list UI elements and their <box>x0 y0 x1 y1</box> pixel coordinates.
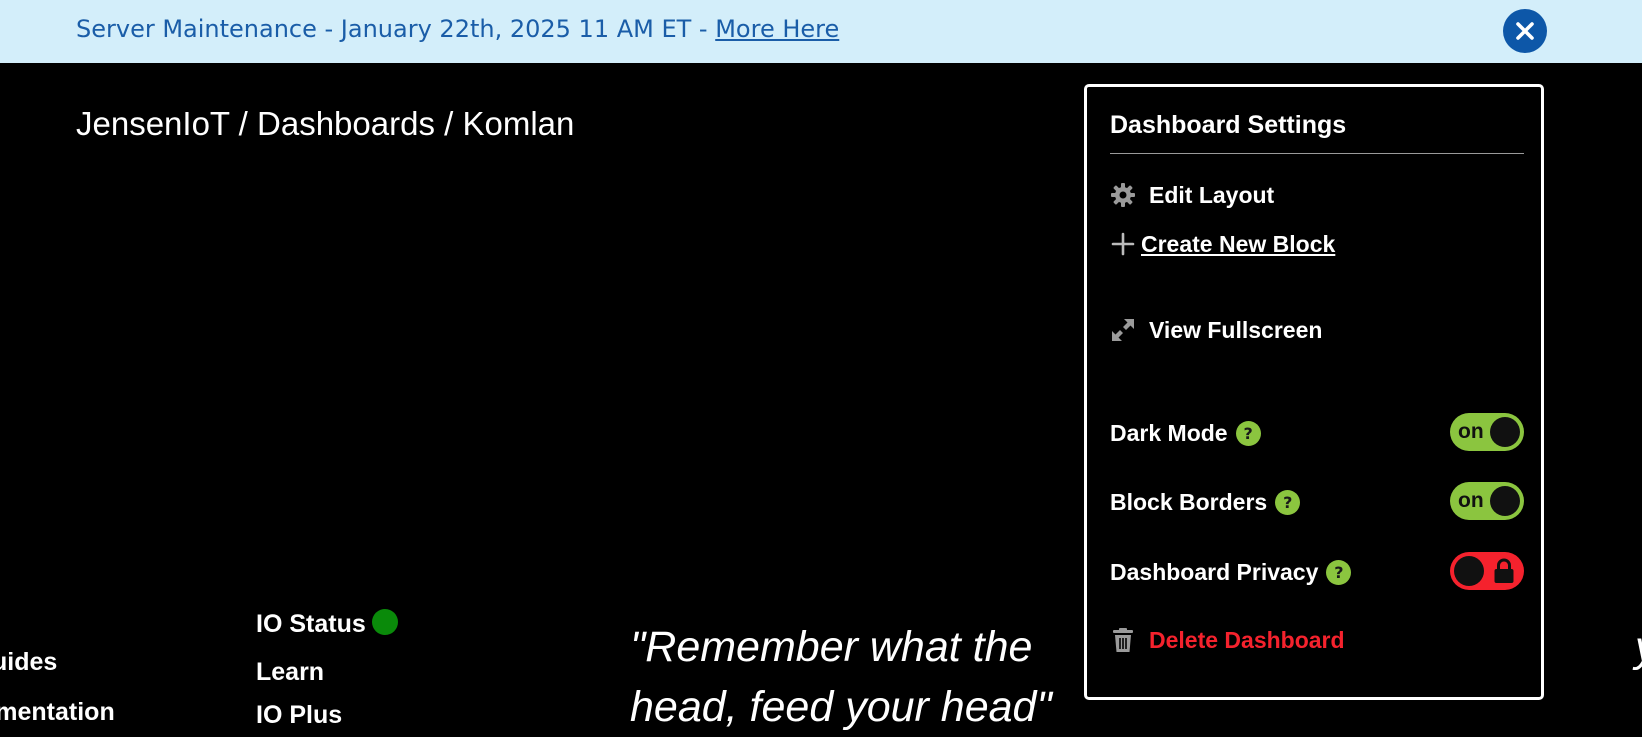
close-icon <box>1516 22 1534 40</box>
dashboard-settings-panel: Dashboard Settings Edit Layout Create Ne… <box>1084 84 1544 700</box>
block-borders-toggle-state: on <box>1458 489 1484 512</box>
create-new-block-label: Create New Block <box>1141 231 1336 257</box>
maintenance-banner: Server Maintenance - January 22th, 2025 … <box>0 0 1642 63</box>
gear-icon <box>1110 182 1136 208</box>
plus-icon <box>1110 231 1136 257</box>
help-icon[interactable]: ? <box>1235 421 1261 446</box>
trash-icon <box>1110 627 1136 653</box>
edit-layout-label: Edit Layout <box>1149 182 1275 208</box>
breadcrumb-separator: / <box>434 105 463 142</box>
footer-link-documentation[interactable]: umentation <box>0 697 115 727</box>
view-fullscreen-label: View Fullscreen <box>1149 317 1323 343</box>
banner-more-link[interactable]: More Here <box>715 15 839 43</box>
dashboard-privacy-label: Dashboard Privacy <box>1110 559 1319 585</box>
status-indicator-icon <box>371 609 398 635</box>
dashboard-privacy-label-wrap: Dashboard Privacy? <box>1110 557 1352 587</box>
quote-line-1-end: your <box>1635 617 1642 677</box>
io-status-label: IO Status <box>256 610 366 638</box>
dark-mode-label-wrap: Dark Mode? <box>1110 418 1261 448</box>
breadcrumb: JensenIoT / Dashboards / Komlan <box>76 104 574 144</box>
footer-link-learn[interactable]: Learn <box>256 657 324 687</box>
breadcrumb-item-current: Komlan <box>462 105 575 142</box>
banner-message: Server Maintenance - January 22th, 2025 … <box>76 14 839 44</box>
dark-mode-toggle-state: on <box>1458 420 1484 443</box>
help-icon[interactable]: ? <box>1275 490 1301 515</box>
dark-mode-label: Dark Mode <box>1110 420 1228 446</box>
footer-link-guides[interactable]: uides <box>0 647 57 677</box>
settings-title: Dashboard Settings <box>1110 111 1347 139</box>
create-new-block-button[interactable]: Create New Block <box>1110 227 1335 261</box>
breadcrumb-item-dashboards[interactable]: Dashboards <box>257 105 435 142</box>
block-borders-label: Block Borders <box>1110 489 1268 515</box>
footer-quote: "Remember what the your head, feed your … <box>630 617 1642 737</box>
block-borders-toggle[interactable]: on <box>1450 482 1524 520</box>
toggle-knob <box>1454 556 1484 586</box>
edit-layout-button[interactable]: Edit Layout <box>1110 178 1274 212</box>
lock-icon <box>1494 558 1514 583</box>
footer-link-io-status[interactable]: IO Status <box>256 609 398 639</box>
dashboard-privacy-row: Dashboard Privacy? <box>1110 552 1524 592</box>
settings-divider <box>1110 153 1524 154</box>
block-borders-row: Block Borders? on <box>1110 482 1524 522</box>
expand-icon <box>1110 317 1136 343</box>
delete-dashboard-label: Delete Dashboard <box>1149 627 1345 653</box>
dark-mode-row: Dark Mode? on <box>1110 413 1524 453</box>
banner-message-text: Server Maintenance - January 22th, 2025 … <box>76 15 716 43</box>
toggle-knob <box>1490 417 1520 447</box>
breadcrumb-item-jenseniot[interactable]: JensenIoT <box>76 105 230 142</box>
quote-line-1-start: "Remember what the <box>630 623 1033 671</box>
view-fullscreen-button[interactable]: View Fullscreen <box>1110 313 1322 347</box>
footer-link-io-plus[interactable]: IO Plus <box>256 700 342 730</box>
toggle-knob <box>1490 486 1520 516</box>
quote-line-2: head, feed your head" <box>630 683 1052 731</box>
block-borders-label-wrap: Block Borders? <box>1110 487 1301 517</box>
help-icon[interactable]: ? <box>1326 560 1352 585</box>
breadcrumb-separator: / <box>229 105 258 142</box>
banner-close-button[interactable] <box>1503 9 1547 53</box>
dashboard-privacy-toggle[interactable] <box>1450 552 1524 590</box>
dark-mode-toggle[interactable]: on <box>1450 413 1524 451</box>
delete-dashboard-button[interactable]: Delete Dashboard <box>1110 623 1345 657</box>
